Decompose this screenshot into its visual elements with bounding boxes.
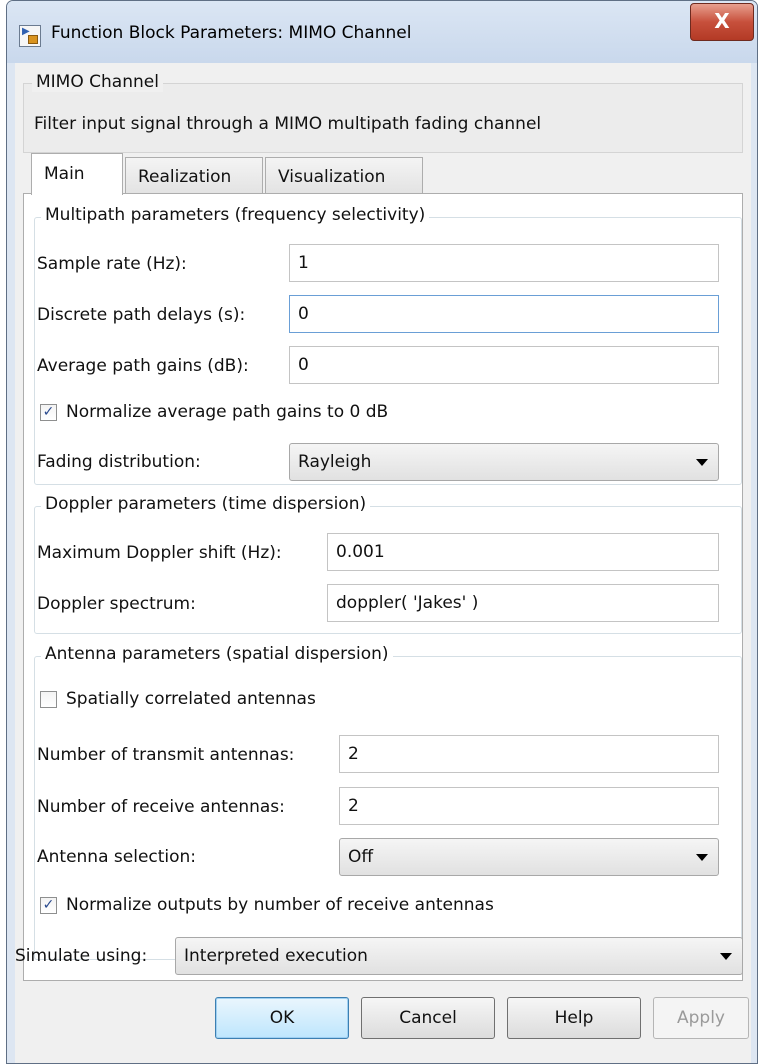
antenna-selection-value: Off	[348, 847, 374, 867]
help-button[interactable]: Help	[507, 997, 641, 1039]
fading-distribution-select[interactable]: Rayleigh	[289, 443, 719, 481]
tab-realization[interactable]: Realization	[125, 157, 263, 195]
path-gains-input[interactable]: 0	[289, 346, 719, 384]
multipath-legend: Multipath parameters (frequency selectiv…	[41, 205, 430, 225]
apply-button[interactable]: Apply	[653, 997, 749, 1039]
simulate-using-label: Simulate using:	[15, 946, 148, 966]
path-delays-label: Discrete path delays (s):	[37, 305, 246, 325]
ok-button[interactable]: OK	[215, 997, 349, 1039]
chevron-down-icon	[696, 459, 708, 466]
chevron-down-icon	[720, 953, 732, 960]
doppler-spectrum-input[interactable]: doppler( 'Jakes' )	[327, 584, 719, 622]
max-doppler-shift-input[interactable]: 0.001	[327, 533, 719, 571]
description-group: MIMO Channel Filter input signal through…	[23, 72, 743, 153]
transmit-antennas-input[interactable]: 2	[339, 735, 719, 773]
main-tab-panel: Multipath parameters (frequency selectiv…	[23, 193, 743, 981]
transmit-antennas-label: Number of transmit antennas:	[37, 745, 295, 765]
dialog-window: ▶ Function Block Parameters: MIMO Channe…	[6, 0, 758, 1064]
spatial-correlation-label[interactable]: Spatially correlated antennas	[66, 689, 316, 709]
doppler-legend: Doppler parameters (time dispersion)	[41, 494, 371, 514]
sample-rate-label: Sample rate (Hz):	[37, 254, 187, 274]
simulate-using-select[interactable]: Interpreted execution	[175, 937, 743, 975]
multipath-group: Multipath parameters (frequency selectiv…	[34, 205, 742, 485]
antenna-selection-select[interactable]: Off	[339, 838, 719, 876]
receive-antennas-label: Number of receive antennas:	[37, 797, 285, 817]
antenna-legend: Antenna parameters (spatial dispersion)	[41, 644, 393, 664]
max-doppler-shift-label: Maximum Doppler shift (Hz):	[37, 543, 282, 563]
antenna-group: Antenna parameters (spatial dispersion) …	[34, 644, 742, 960]
fading-distribution-value: Rayleigh	[298, 452, 372, 472]
close-button[interactable]: X	[690, 3, 754, 41]
window-title: Function Block Parameters: MIMO Channel	[51, 23, 412, 43]
sample-rate-input[interactable]: 1	[289, 244, 719, 282]
fading-distribution-label: Fading distribution:	[37, 452, 201, 472]
normalize-path-gains-label[interactable]: Normalize average path gains to 0 dB	[66, 402, 388, 422]
normalize-outputs-label[interactable]: Normalize outputs by number of receive a…	[66, 895, 494, 915]
antenna-selection-label: Antenna selection:	[37, 847, 197, 867]
tab-visualization[interactable]: Visualization	[265, 157, 423, 195]
doppler-group: Doppler parameters (time dispersion) Max…	[34, 494, 742, 634]
tab-main[interactable]: Main	[31, 153, 123, 195]
normalize-outputs-checkbox[interactable]: ✓	[40, 897, 57, 914]
block-description: Filter input signal through a MIMO multi…	[34, 114, 542, 134]
spatial-correlation-checkbox[interactable]	[40, 691, 57, 708]
receive-antennas-input[interactable]: 2	[339, 787, 719, 825]
normalize-path-gains-checkbox[interactable]: ✓	[40, 404, 57, 421]
path-gains-label: Average path gains (dB):	[37, 356, 249, 376]
block-name: MIMO Channel	[32, 72, 163, 92]
title-bar[interactable]: ▶ Function Block Parameters: MIMO Channe…	[7, 1, 757, 63]
cancel-button[interactable]: Cancel	[361, 997, 495, 1039]
simulate-using-value: Interpreted execution	[184, 946, 368, 966]
path-delays-input[interactable]: 0	[289, 295, 719, 333]
simulink-block-icon: ▶	[19, 25, 41, 47]
chevron-down-icon	[696, 854, 708, 861]
doppler-spectrum-label: Doppler spectrum:	[37, 594, 196, 614]
dialog-body: MIMO Channel Filter input signal through…	[15, 63, 751, 1063]
